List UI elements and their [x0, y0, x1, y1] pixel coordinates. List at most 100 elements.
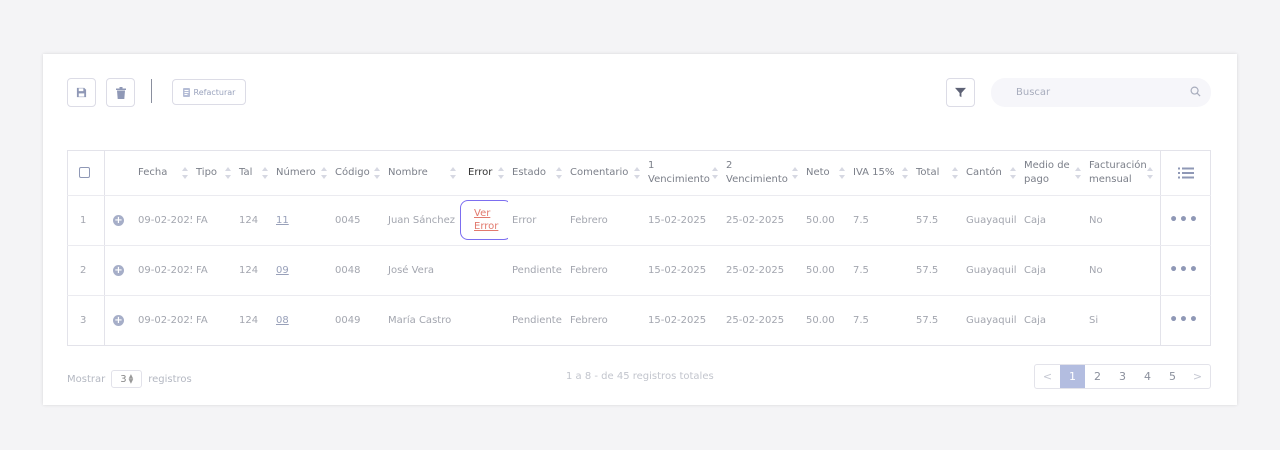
table-header: Fecha Tipo Tal Número Código Nombre Erro…: [67, 150, 1211, 195]
sort-icon[interactable]: [262, 166, 268, 179]
sort-icon[interactable]: [712, 166, 718, 179]
page-2-button[interactable]: 2: [1085, 365, 1110, 388]
col-tal[interactable]: Tal: [235, 150, 272, 195]
col-neto[interactable]: Neto: [802, 150, 849, 195]
col-nombre[interactable]: Nombre: [384, 150, 460, 195]
refacturar-button[interactable]: Refacturar: [172, 79, 246, 105]
page-1-button[interactable]: 1: [1060, 365, 1085, 388]
cell-fecha: 09-02-2025: [138, 264, 192, 276]
page-size-select[interactable]: 3 ▲ ▼: [111, 370, 143, 388]
expand-cell: +: [104, 245, 134, 295]
sort-icon[interactable]: [634, 166, 640, 179]
delete-button[interactable]: [106, 78, 135, 107]
filter-button[interactable]: [946, 78, 975, 107]
cell-vencimiento-1: 15-02-2025: [648, 264, 707, 276]
invoice-number-link[interactable]: 08: [276, 315, 289, 326]
col-tipo[interactable]: Tipo: [192, 150, 235, 195]
page-4-button[interactable]: 4: [1135, 365, 1160, 388]
sort-icon[interactable]: [1075, 166, 1081, 179]
invoice-number-link[interactable]: 09: [276, 265, 289, 276]
col-vencimiento-2[interactable]: 2 Vencimiento: [722, 150, 802, 195]
cell-codigo: 0045: [335, 214, 361, 226]
col-estado[interactable]: Estado: [508, 150, 566, 195]
page-size-control: Mostrar 3 ▲ ▼ registros: [67, 370, 192, 388]
cell-total: 57.5: [916, 214, 939, 226]
cell-estado: Pendiente: [512, 264, 562, 276]
cell-neto: 50.00: [806, 264, 835, 276]
cell-nombre: Juan Sánchez: [388, 214, 455, 226]
col-medio-pago[interactable]: Medio de pago: [1020, 150, 1085, 195]
more-options-icon[interactable]: •••: [1157, 295, 1211, 345]
cell-codigo: 0049: [335, 314, 361, 326]
cell-fecha: 09-02-2025: [138, 314, 192, 326]
table-row[interactable]: 2 + 09-02-2025 FA 124 09 0048 José Vera …: [67, 245, 1211, 295]
trash-icon: [115, 86, 126, 99]
invoice-table: Fecha Tipo Tal Número Código Nombre Erro…: [67, 150, 1211, 345]
sort-icon[interactable]: [792, 166, 798, 179]
document-icon: [182, 87, 190, 97]
cell-facturacion-mensual: No: [1089, 214, 1103, 226]
expand-cell: +: [104, 195, 134, 245]
prev-page-button[interactable]: <: [1035, 365, 1060, 388]
cell-vencimiento-2: 25-02-2025: [726, 264, 785, 276]
list-icon[interactable]: [1178, 167, 1194, 179]
table-row[interactable]: 1 + 09-02-2025 FA 124 11 0045 Juan Sánch…: [67, 195, 1211, 245]
cell-vencimiento-2: 25-02-2025: [726, 214, 785, 226]
col-codigo[interactable]: Código: [331, 150, 384, 195]
plus-icon[interactable]: +: [113, 314, 124, 326]
cell-vencimiento-2: 25-02-2025: [726, 314, 785, 326]
col-facturacion-mensual[interactable]: Facturación mensual: [1085, 150, 1157, 195]
cell-tipo: FA: [196, 314, 208, 326]
expand-cell: +: [104, 295, 134, 345]
toolbar-divider: [151, 79, 152, 103]
sort-icon[interactable]: [225, 166, 231, 179]
select-all-checkbox[interactable]: [79, 167, 90, 178]
save-button[interactable]: [67, 78, 96, 107]
cell-iva: 7.5: [853, 214, 869, 226]
col-vencimiento-1[interactable]: 1 Vencimiento: [644, 150, 722, 195]
cell-tipo: FA: [196, 214, 208, 226]
page-5-button[interactable]: 5: [1160, 365, 1185, 388]
view-error-button[interactable]: Ver Error: [460, 200, 508, 240]
sort-icon[interactable]: [1147, 166, 1153, 179]
cell-medio-pago: Caja: [1024, 264, 1047, 276]
sort-icon[interactable]: [498, 166, 504, 179]
col-canton[interactable]: Cantón: [962, 150, 1020, 195]
cell-medio-pago: Caja: [1024, 314, 1047, 326]
more-options-icon[interactable]: •••: [1157, 245, 1211, 295]
sort-icon[interactable]: [902, 166, 908, 179]
col-error[interactable]: Error: [460, 150, 508, 195]
cell-vencimiento-1: 15-02-2025: [648, 314, 707, 326]
col-total[interactable]: Total: [912, 150, 962, 195]
col-fecha[interactable]: Fecha: [134, 150, 192, 195]
row-index: 3: [80, 314, 87, 326]
invoice-number-link[interactable]: 11: [276, 215, 289, 226]
sort-icon[interactable]: [952, 166, 958, 179]
sort-icon[interactable]: [556, 166, 562, 179]
more-options-icon[interactable]: •••: [1157, 195, 1211, 245]
show-label: Mostrar: [67, 373, 106, 385]
plus-icon[interactable]: +: [113, 214, 124, 226]
col-comentario[interactable]: Comentario: [566, 150, 644, 195]
col-numero[interactable]: Número: [272, 150, 331, 195]
cell-canton: Guayaquil: [966, 314, 1017, 326]
col-iva[interactable]: IVA 15%: [849, 150, 912, 195]
cell-comentario: Febrero: [570, 314, 608, 326]
cell-fecha: 09-02-2025: [138, 214, 192, 226]
sort-icon[interactable]: [1010, 166, 1016, 179]
sort-icon[interactable]: [839, 166, 845, 179]
search-input[interactable]: Buscar: [991, 78, 1211, 107]
sort-icon[interactable]: [450, 166, 456, 179]
cell-medio-pago: Caja: [1024, 214, 1047, 226]
table-row[interactable]: 3 + 09-02-2025 FA 124 08 0049 María Cast…: [67, 295, 1211, 345]
sort-icon[interactable]: [182, 166, 188, 179]
sort-icon[interactable]: [321, 166, 327, 179]
records-info: 1 a 8 - de 45 registros totales: [566, 371, 714, 382]
page-3-button[interactable]: 3: [1110, 365, 1135, 388]
sort-icon[interactable]: [374, 166, 380, 179]
records-label: registros: [148, 373, 192, 385]
plus-icon[interactable]: +: [113, 264, 124, 276]
next-page-button[interactable]: >: [1185, 365, 1210, 388]
stepper-icon: ▲ ▼: [128, 373, 134, 385]
search-placeholder: Buscar: [1016, 87, 1051, 98]
